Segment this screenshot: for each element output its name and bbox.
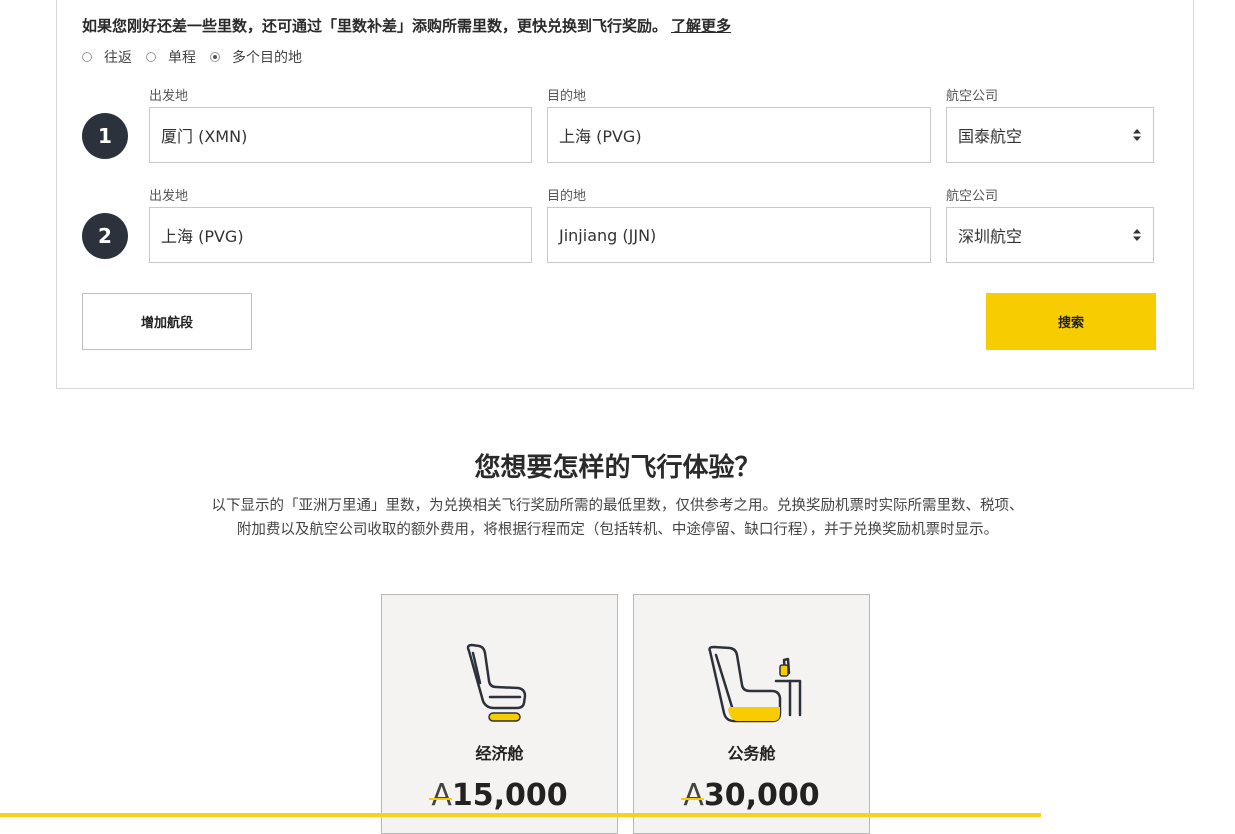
radio-label: 往返 bbox=[104, 50, 132, 66]
sort-arrows-icon bbox=[1133, 229, 1141, 241]
asia-miles-symbol: A bbox=[431, 778, 452, 813]
origin-value: 上海 (PVG) bbox=[161, 227, 244, 246]
airline-select[interactable]: 国泰航空 bbox=[946, 107, 1154, 163]
miles-value: 30,000 bbox=[703, 778, 820, 813]
learn-more-link[interactable]: 了解更多 bbox=[671, 17, 731, 35]
cabin-card-economy[interactable]: 经济舱 A15,000 bbox=[381, 594, 618, 834]
economy-seat-icon bbox=[466, 643, 527, 722]
destination-label: 目的地 bbox=[547, 89, 587, 104]
radio-label: 单程 bbox=[168, 50, 196, 66]
miles-value: 15,000 bbox=[451, 778, 568, 813]
destination-value: 上海 (PVG) bbox=[559, 127, 642, 146]
destination-value: Jinjiang (JJN) bbox=[559, 225, 657, 245]
section-description-line-2: 附加费以及航空公司收取的额外费用，将根据行程而定（包括转机、中途停留、缺口行程）… bbox=[236, 522, 999, 538]
origin-input[interactable]: 厦门 (XMN) bbox=[149, 107, 532, 163]
add-segment-button[interactable]: 增加航段 bbox=[82, 293, 252, 350]
cabin-miles: A15,000 bbox=[382, 778, 617, 813]
origin-input[interactable]: 上海 (PVG) bbox=[149, 207, 532, 263]
destination-input[interactable]: Jinjiang (JJN) bbox=[547, 207, 931, 263]
radio-button-selected[interactable] bbox=[210, 52, 220, 62]
origin-value: 厦门 (XMN) bbox=[161, 127, 248, 146]
airline-value: 国泰航空 bbox=[958, 127, 1023, 146]
section-title: 您想要怎样的飞行体验？ bbox=[474, 453, 761, 483]
airline-select[interactable]: 深圳航空 bbox=[946, 207, 1154, 263]
cabin-miles: A30,000 bbox=[634, 778, 869, 813]
business-seat-icon bbox=[708, 645, 802, 723]
airline-label: 航空公司 bbox=[946, 89, 999, 104]
origin-label: 出发地 bbox=[149, 189, 189, 204]
search-button[interactable]: 搜索 bbox=[986, 293, 1156, 350]
radio-button[interactable] bbox=[146, 52, 156, 62]
cabin-name: 公务舱 bbox=[727, 744, 776, 763]
section-description-line-1: 以下显示的「亚洲万里通」里数，为兑换相关飞行奖励所需的最低里数，仅供参考之用。兑… bbox=[211, 498, 1024, 514]
airline-label: 航空公司 bbox=[946, 189, 999, 204]
radio-round-trip[interactable]: 往返 bbox=[82, 47, 132, 67]
trip-type-radio-group: 往返 单程 多个目的地 bbox=[82, 47, 316, 67]
miles-top-up-notice: 如果您刚好还差一些里数，还可通过「里数补差」添购所需里数，更快兑换到飞行奖励。了… bbox=[82, 15, 731, 36]
destination-label: 目的地 bbox=[547, 189, 587, 204]
radio-label: 多个目的地 bbox=[232, 50, 302, 66]
destination-input[interactable]: 上海 (PVG) bbox=[547, 107, 931, 163]
bottom-accent-bar bbox=[0, 813, 1041, 817]
airline-value: 深圳航空 bbox=[958, 227, 1023, 246]
cabin-name: 经济舱 bbox=[475, 744, 524, 763]
notice-text: 如果您刚好还差一些里数，还可通过「里数补差」添购所需里数，更快兑换到飞行奖励。 bbox=[82, 17, 668, 35]
radio-one-way[interactable]: 单程 bbox=[146, 47, 196, 67]
cabin-card-business[interactable]: 公务舱 A30,000 bbox=[633, 594, 870, 834]
origin-label: 出发地 bbox=[149, 89, 189, 104]
asia-miles-symbol: A bbox=[683, 778, 704, 813]
radio-button[interactable] bbox=[82, 52, 92, 62]
segment-number-badge: 1 bbox=[82, 113, 128, 159]
radio-multi-city[interactable]: 多个目的地 bbox=[210, 47, 302, 67]
segment-number-badge: 2 bbox=[82, 213, 128, 259]
sort-arrows-icon bbox=[1133, 129, 1141, 141]
